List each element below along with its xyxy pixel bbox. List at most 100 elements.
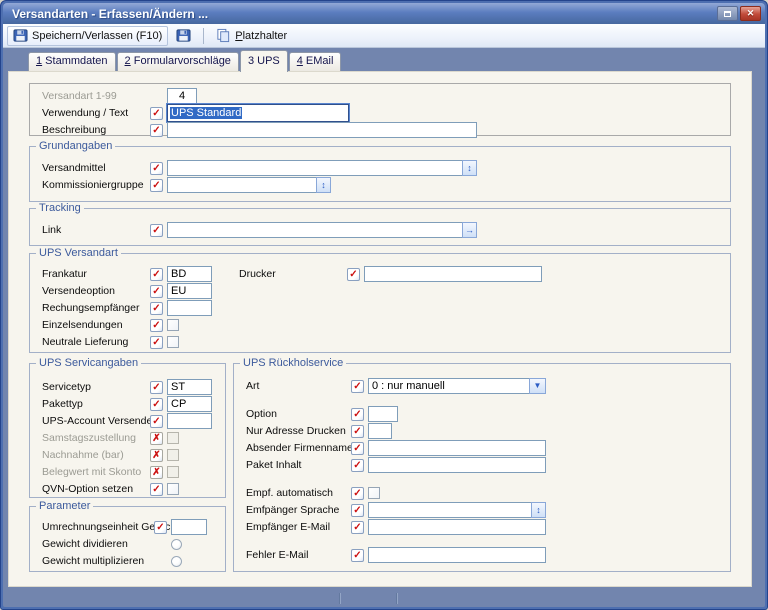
link-input[interactable] bbox=[167, 222, 462, 238]
spinner-updown-icon[interactable]: ↕ bbox=[316, 177, 331, 193]
empf-automatisch-checkbox[interactable] bbox=[368, 487, 380, 499]
link-label: Link bbox=[42, 224, 62, 236]
ups-rueckholservice-groupbox: UPS Rückholservice Art ✓ ▼ Option ✓ Nur … bbox=[233, 357, 731, 572]
field-active-check-icon[interactable]: ✓ bbox=[150, 380, 163, 394]
fehler-email-input[interactable] bbox=[368, 547, 546, 563]
field-active-check-icon[interactable]: ✓ bbox=[351, 407, 364, 421]
field-active-check-icon[interactable]: ✓ bbox=[351, 503, 364, 517]
field-active-check-icon[interactable]: ✓ bbox=[351, 486, 364, 500]
art-dropdown[interactable]: ▼ bbox=[368, 378, 546, 394]
gewicht-dividieren-label: Gewicht dividieren bbox=[42, 538, 128, 550]
gewicht-dividieren-radio[interactable] bbox=[171, 538, 182, 550]
placeholder-button[interactable]: Platzhalter bbox=[210, 26, 293, 46]
versandmittel-label: Versandmittel bbox=[42, 162, 106, 174]
option-label: Option bbox=[246, 408, 277, 420]
tab-formularvorschlaege[interactable]: 2 Formularvorschläge bbox=[116, 52, 239, 71]
einzelsendungen-checkbox[interactable] bbox=[167, 319, 179, 331]
versandart-input[interactable] bbox=[167, 88, 197, 104]
tab-email[interactable]: 4 EMail bbox=[288, 52, 342, 71]
drucker-input[interactable] bbox=[364, 266, 542, 282]
field-active-check-icon[interactable]: ✓ bbox=[351, 458, 364, 472]
field-active-check-icon[interactable]: ✓ bbox=[351, 441, 364, 455]
samstagszustellung-checkbox[interactable] bbox=[167, 432, 179, 444]
kommissioniergruppe-combo: ↕ bbox=[167, 177, 331, 193]
field-active-check-icon[interactable]: ✓ bbox=[150, 414, 163, 428]
status-divider bbox=[397, 593, 398, 604]
field-active-check-icon[interactable]: ✓ bbox=[347, 267, 360, 281]
link-combo: → bbox=[167, 222, 477, 238]
servicetyp-label: Servicetyp bbox=[42, 381, 92, 393]
empfaenger-sprache-input[interactable] bbox=[368, 502, 531, 518]
field-active-check-icon[interactable]: ✓ bbox=[150, 284, 163, 298]
save-exit-button[interactable]: Speichern/Verlassen (F10) bbox=[7, 25, 169, 46]
qvn-option-checkbox[interactable] bbox=[167, 483, 179, 495]
art-input[interactable] bbox=[368, 378, 529, 394]
ups-account-label: UPS-Account Versender bbox=[42, 415, 156, 427]
toolbar: Speichern/Verlassen (F10) Platzhalter bbox=[3, 24, 765, 48]
chevron-down-icon[interactable]: ▼ bbox=[529, 378, 546, 394]
ups-account-input[interactable] bbox=[167, 413, 212, 429]
paket-inhalt-input[interactable] bbox=[368, 457, 546, 473]
field-active-check-icon[interactable]: ✓ bbox=[150, 335, 163, 349]
versendeoption-label: Versendeoption bbox=[42, 285, 115, 297]
gewicht-multiplizieren-radio[interactable] bbox=[171, 555, 182, 567]
field-active-check-icon[interactable]: ✓ bbox=[351, 424, 364, 438]
field-active-check-icon[interactable]: ✓ bbox=[150, 482, 163, 496]
beschreibung-input[interactable] bbox=[167, 122, 477, 138]
absender-firmenname-input[interactable] bbox=[368, 440, 546, 456]
field-active-check-icon[interactable]: ✓ bbox=[150, 397, 163, 411]
field-active-check-icon[interactable]: ✓ bbox=[150, 161, 163, 175]
servicetyp-input[interactable] bbox=[167, 379, 212, 395]
field-active-check-icon[interactable]: ✓ bbox=[150, 267, 163, 281]
fehler-email-label: Fehler E-Mail bbox=[246, 549, 309, 561]
ups-servicangaben-groupbox: UPS Servicangaben Servicetyp ✓ Pakettyp … bbox=[29, 357, 226, 498]
field-active-check-icon[interactable]: ✓ bbox=[351, 379, 364, 393]
option-input[interactable] bbox=[368, 406, 398, 422]
qvn-option-label: QVN-Option setzen bbox=[42, 483, 134, 495]
head-groupbox: Versandart 1-99 Verwendung / Text ✓ UPS … bbox=[29, 83, 731, 138]
field-active-check-icon[interactable]: ✓ bbox=[150, 318, 163, 332]
field-active-check-icon[interactable]: ✓ bbox=[150, 301, 163, 315]
belegwert-label: Belegwert mit Skonto bbox=[42, 466, 142, 478]
versandart-label: Versandart 1-99 bbox=[42, 90, 117, 102]
spinner-updown-icon[interactable]: ↕ bbox=[462, 160, 477, 176]
rechnungsempfaenger-input[interactable] bbox=[167, 300, 212, 316]
field-active-check-icon[interactable]: ✓ bbox=[351, 548, 364, 562]
field-inactive-cross-icon[interactable]: ✗ bbox=[150, 465, 163, 479]
copy-icon bbox=[216, 28, 231, 43]
verwendung-input[interactable]: UPS Standard bbox=[166, 103, 350, 123]
neutrale-lieferung-checkbox[interactable] bbox=[167, 336, 179, 348]
pakettyp-input[interactable] bbox=[167, 396, 212, 412]
field-inactive-cross-icon[interactable]: ✗ bbox=[150, 431, 163, 445]
nur-adresse-input[interactable] bbox=[368, 423, 392, 439]
versandmittel-input[interactable] bbox=[167, 160, 462, 176]
field-active-check-icon[interactable]: ✓ bbox=[154, 520, 167, 534]
spinner-updown-icon[interactable]: ↕ bbox=[531, 502, 546, 518]
field-inactive-cross-icon[interactable]: ✗ bbox=[150, 448, 163, 462]
field-active-check-icon[interactable]: ✓ bbox=[150, 123, 163, 137]
umrechnung-input[interactable] bbox=[171, 519, 207, 535]
field-active-check-icon[interactable]: ✓ bbox=[150, 223, 163, 237]
tracking-groupbox: Tracking Link ✓ → bbox=[29, 202, 731, 246]
tab-ups[interactable]: 3 UPS bbox=[239, 50, 288, 72]
open-link-icon[interactable]: → bbox=[462, 222, 477, 238]
status-bar bbox=[5, 592, 763, 605]
art-label: Art bbox=[246, 380, 260, 392]
kommissioniergruppe-label: Kommissioniergruppe bbox=[42, 179, 144, 191]
save-button[interactable] bbox=[170, 26, 197, 46]
field-active-check-icon[interactable]: ✓ bbox=[351, 520, 364, 534]
nachnahme-checkbox[interactable] bbox=[167, 449, 179, 461]
kommissioniergruppe-input[interactable] bbox=[167, 177, 316, 193]
title-bar[interactable]: Versandarten - Erfassen/Ändern ... ✕ bbox=[3, 3, 765, 24]
close-button[interactable]: ✕ bbox=[740, 6, 761, 21]
versendeoption-input[interactable] bbox=[167, 283, 212, 299]
empfaenger-email-input[interactable] bbox=[368, 519, 546, 535]
field-active-check-icon[interactable]: ✓ bbox=[150, 178, 163, 192]
frankatur-input[interactable] bbox=[167, 266, 212, 282]
ups-versandart-groupbox: UPS Versandart Frankatur ✓ Versendeoptio… bbox=[29, 247, 731, 353]
parameter-groupbox: Parameter Umrechnungseinheit Gewicht ✓ G… bbox=[29, 500, 226, 572]
tab-stammdaten[interactable]: 1 Stammdaten bbox=[28, 52, 116, 71]
restore-button[interactable] bbox=[717, 6, 738, 21]
field-active-check-icon[interactable]: ✓ bbox=[150, 106, 163, 120]
belegwert-checkbox[interactable] bbox=[167, 466, 179, 478]
